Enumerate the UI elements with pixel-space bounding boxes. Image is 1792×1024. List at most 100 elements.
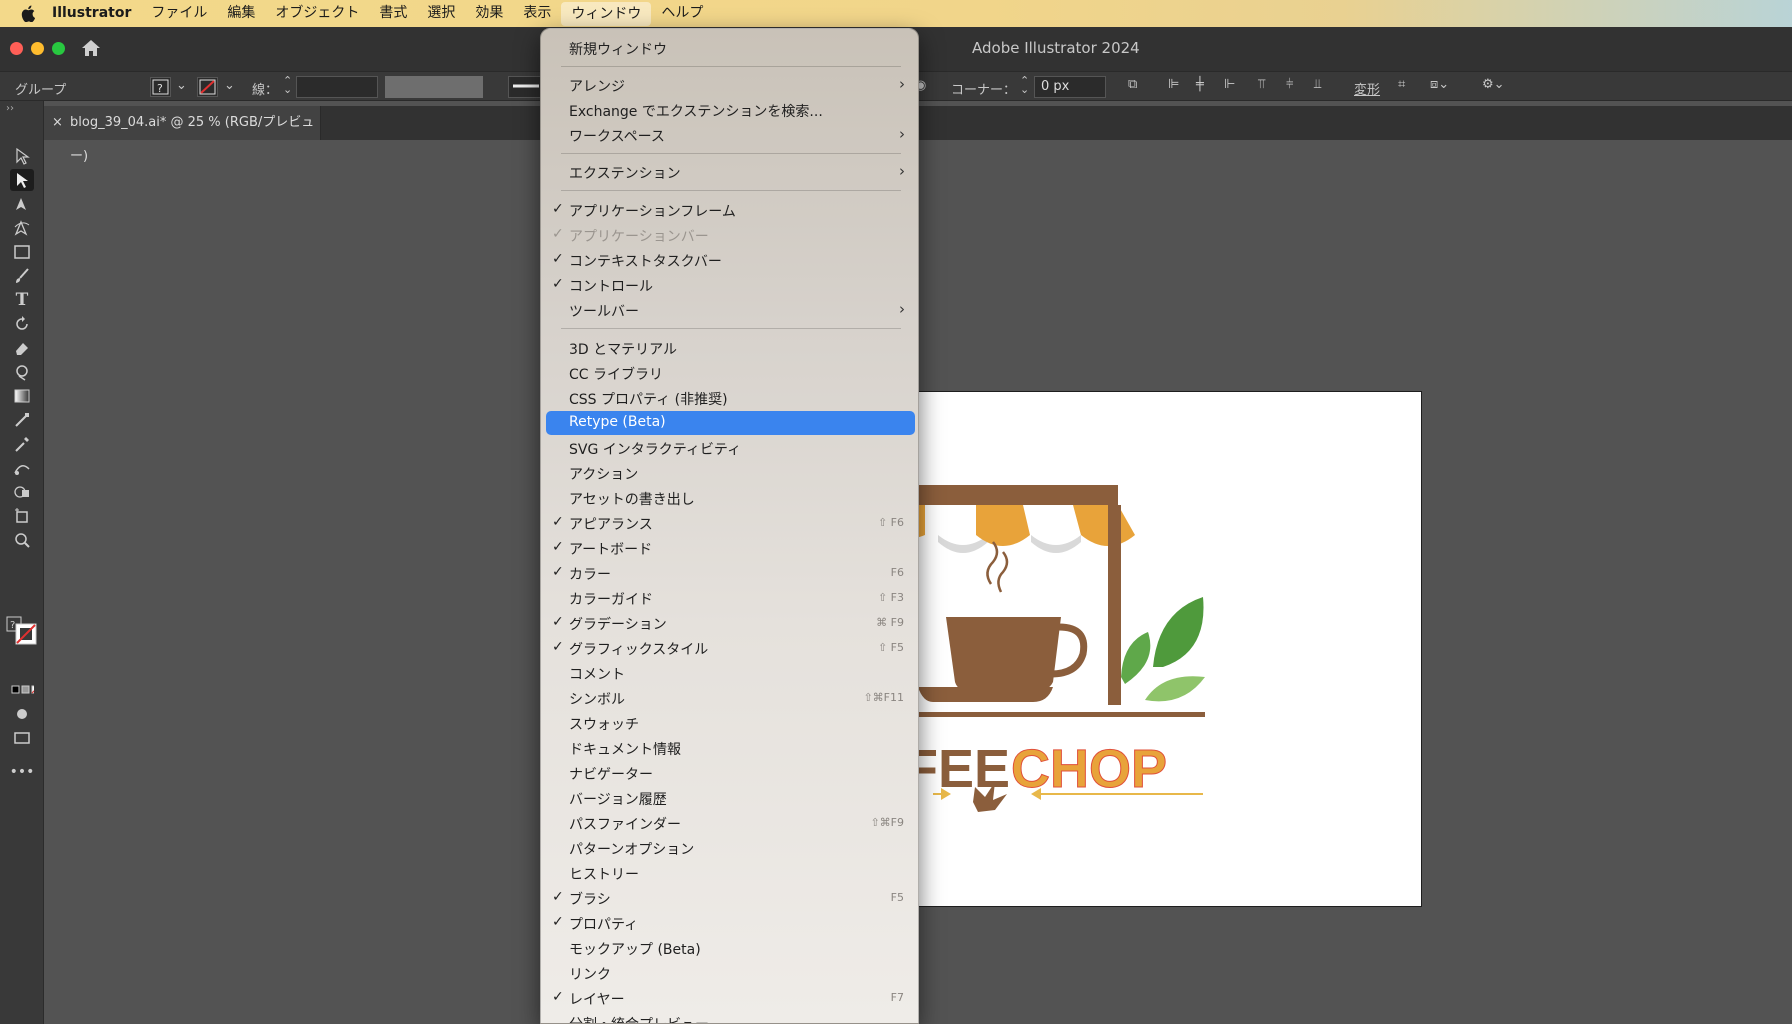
menu-item[interactable]: 3D とマテリアル xyxy=(546,336,915,360)
menu-item[interactable]: スウォッチ xyxy=(546,711,915,735)
align-top-icon[interactable]: ⫪ xyxy=(1258,77,1265,92)
menu-item[interactable]: コメント xyxy=(546,661,915,685)
menu-item[interactable]: ✓ コンテキストタスクバー xyxy=(546,248,915,272)
align-center-icon[interactable]: ╪ xyxy=(1196,77,1204,92)
menu-item[interactable]: ドキュメント情報 xyxy=(546,736,915,760)
artboard[interactable]: FEE CHOP xyxy=(912,391,1422,907)
align-bottom-icon[interactable]: ⫫ xyxy=(1314,77,1321,92)
blend-tool-icon[interactable] xyxy=(10,457,34,479)
rotate-tool-icon[interactable] xyxy=(10,313,34,335)
menu-item[interactable]: パターンオプション xyxy=(546,836,915,860)
menu-item[interactable]: アレンジ › xyxy=(546,73,915,97)
menu-item[interactable]: エクステンション › xyxy=(546,160,915,184)
corner-stepper-icon[interactable]: ⌃ ⌄ xyxy=(1020,75,1029,95)
menu-item[interactable]: ✓ ブラシ F5 xyxy=(546,886,915,910)
menu-item[interactable]: Exchange でエクステンションを検索... xyxy=(546,98,915,122)
curvature-tool-icon[interactable] xyxy=(10,217,34,239)
menu-item[interactable]: 新規ウィンドウ xyxy=(546,36,915,60)
close-window-button[interactable] xyxy=(10,42,23,55)
more-tools-icon[interactable]: ••• xyxy=(10,761,35,783)
variable-width-profile[interactable] xyxy=(385,76,483,98)
fill-stroke-indicator[interactable]: ? xyxy=(4,615,38,647)
menu-item[interactable]: 分割・統合プレビュー xyxy=(546,1011,915,1023)
align-left-icon[interactable]: ⊫ xyxy=(1168,77,1179,92)
selection-type-label: グループ xyxy=(15,83,67,98)
direct-selection-tool-icon[interactable] xyxy=(10,169,34,191)
menu-item[interactable]: ヒストリー xyxy=(546,861,915,885)
arrange-icon[interactable]: ⧈⌄ xyxy=(1430,77,1449,92)
collapse-toolbar-icon[interactable]: ›› xyxy=(6,103,14,114)
menubar-item-effect[interactable]: 効果 xyxy=(465,0,513,27)
align-middle-icon[interactable]: ⫩ xyxy=(1286,77,1293,92)
pen-tool-icon[interactable] xyxy=(10,193,34,215)
stroke-dropdown-icon[interactable]: ⌄ xyxy=(224,78,235,93)
menubar-item-help[interactable]: ヘルプ xyxy=(651,0,713,27)
menu-item[interactable]: ✓ カラー F6 xyxy=(546,561,915,585)
menu-item[interactable]: シンボル ⇧⌘F11 xyxy=(546,686,915,710)
stroke-stepper-icon[interactable]: ⌃ ⌄ xyxy=(283,75,292,95)
brush-definition[interactable] xyxy=(508,76,542,98)
menu-item[interactable]: ✓ コントロール xyxy=(546,273,915,297)
paintbrush-tool-icon[interactable] xyxy=(10,265,34,287)
menubar-item-view[interactable]: 表示 xyxy=(513,0,561,27)
document-tab[interactable]: × blog_39_04.ai* @ 25 % (RGB/プレビュー) xyxy=(44,106,321,164)
menu-item-highlighted[interactable]: Retype (Beta) xyxy=(546,411,915,435)
eraser-tool-icon[interactable] xyxy=(10,337,34,359)
minimize-window-button[interactable] xyxy=(31,42,44,55)
menu-item[interactable]: ✓ グラフィックスタイル ⇧ F5 xyxy=(546,636,915,660)
menu-item[interactable]: ✓ レイヤー F7 xyxy=(546,986,915,1010)
menu-item[interactable]: ✓ プロパティ xyxy=(546,911,915,935)
menu-item[interactable]: カラーガイド ⇧ F3 xyxy=(546,586,915,610)
menubar-item-object[interactable]: オブジェクト xyxy=(265,0,369,27)
panel-options-icon[interactable]: ⚙⌄ xyxy=(1482,77,1505,92)
close-tab-icon[interactable]: × xyxy=(52,106,63,140)
apple-icon[interactable] xyxy=(14,0,42,27)
artboard-tool-icon[interactable] xyxy=(10,505,34,527)
isolate-icon[interactable]: ⌗ xyxy=(1398,77,1405,92)
mesh-tool-icon[interactable] xyxy=(10,409,34,431)
menu-item[interactable]: アクション xyxy=(546,461,915,485)
menu-item[interactable]: ✓ グラデーション ⌘ F9 xyxy=(546,611,915,635)
fill-dropdown-icon[interactable]: ⌄ xyxy=(176,78,187,93)
menubar-item-file[interactable]: ファイル xyxy=(141,0,217,27)
transform-link[interactable]: 変形 xyxy=(1354,79,1380,98)
menu-item[interactable]: リンク xyxy=(546,961,915,985)
puppet-warp-tool-icon[interactable] xyxy=(10,361,34,383)
menu-item[interactable]: ✓ アピアランス ⇧ F6 xyxy=(546,511,915,535)
menu-item[interactable]: ✓ アートボード xyxy=(546,536,915,560)
stroke-swatch[interactable] xyxy=(197,77,218,97)
menubar-item-illustrator[interactable]: Illustrator xyxy=(42,0,141,27)
shape-options-icon[interactable]: ⧉ xyxy=(1128,77,1137,92)
menu-item[interactable]: ✓ アプリケーションフレーム xyxy=(546,198,915,222)
menu-item[interactable]: パスファインダー ⇧⌘F9 xyxy=(546,811,915,835)
type-tool-icon[interactable]: T xyxy=(10,289,34,311)
menu-item[interactable]: ナビゲーター xyxy=(546,761,915,785)
menu-item[interactable]: CC ライブラリ xyxy=(546,361,915,385)
fill-swatch[interactable]: ? xyxy=(150,77,171,97)
screen-mode-icon[interactable] xyxy=(10,727,34,749)
gradient-tool-icon[interactable] xyxy=(10,385,34,407)
align-right-icon[interactable]: ⊩ xyxy=(1224,77,1235,92)
menu-item[interactable]: CSS プロパティ (非推奨) xyxy=(546,386,915,410)
menu-item[interactable]: ワークスペース › xyxy=(546,123,915,147)
eyedropper-tool-icon[interactable] xyxy=(10,433,34,455)
menubar-item-select[interactable]: 選択 xyxy=(417,0,465,27)
menu-item[interactable]: バージョン履歴 xyxy=(546,786,915,810)
selection-tool-icon[interactable] xyxy=(10,145,34,167)
menubar-item-window[interactable]: ウィンドウ xyxy=(561,1,652,26)
menubar-item-type[interactable]: 書式 xyxy=(369,0,417,27)
zoom-window-button[interactable] xyxy=(52,42,65,55)
menu-item[interactable]: アセットの書き出し xyxy=(546,486,915,510)
menu-item[interactable]: モックアップ (Beta) xyxy=(546,936,915,960)
menu-item[interactable]: SVG インタラクティビティ xyxy=(546,436,915,460)
rectangle-tool-icon[interactable] xyxy=(10,241,34,263)
menubar-item-edit[interactable]: 編集 xyxy=(217,0,265,27)
draw-mode-icon[interactable] xyxy=(10,703,34,725)
menu-item[interactable]: ツールバー › xyxy=(546,298,915,322)
color-mode-icon[interactable] xyxy=(10,679,34,701)
shape-builder-tool-icon[interactable] xyxy=(10,481,34,503)
home-icon[interactable] xyxy=(80,38,102,58)
zoom-tool-icon[interactable] xyxy=(10,529,34,551)
corner-radius-input[interactable]: 0 px xyxy=(1034,76,1106,98)
stroke-weight-input[interactable] xyxy=(296,76,378,98)
